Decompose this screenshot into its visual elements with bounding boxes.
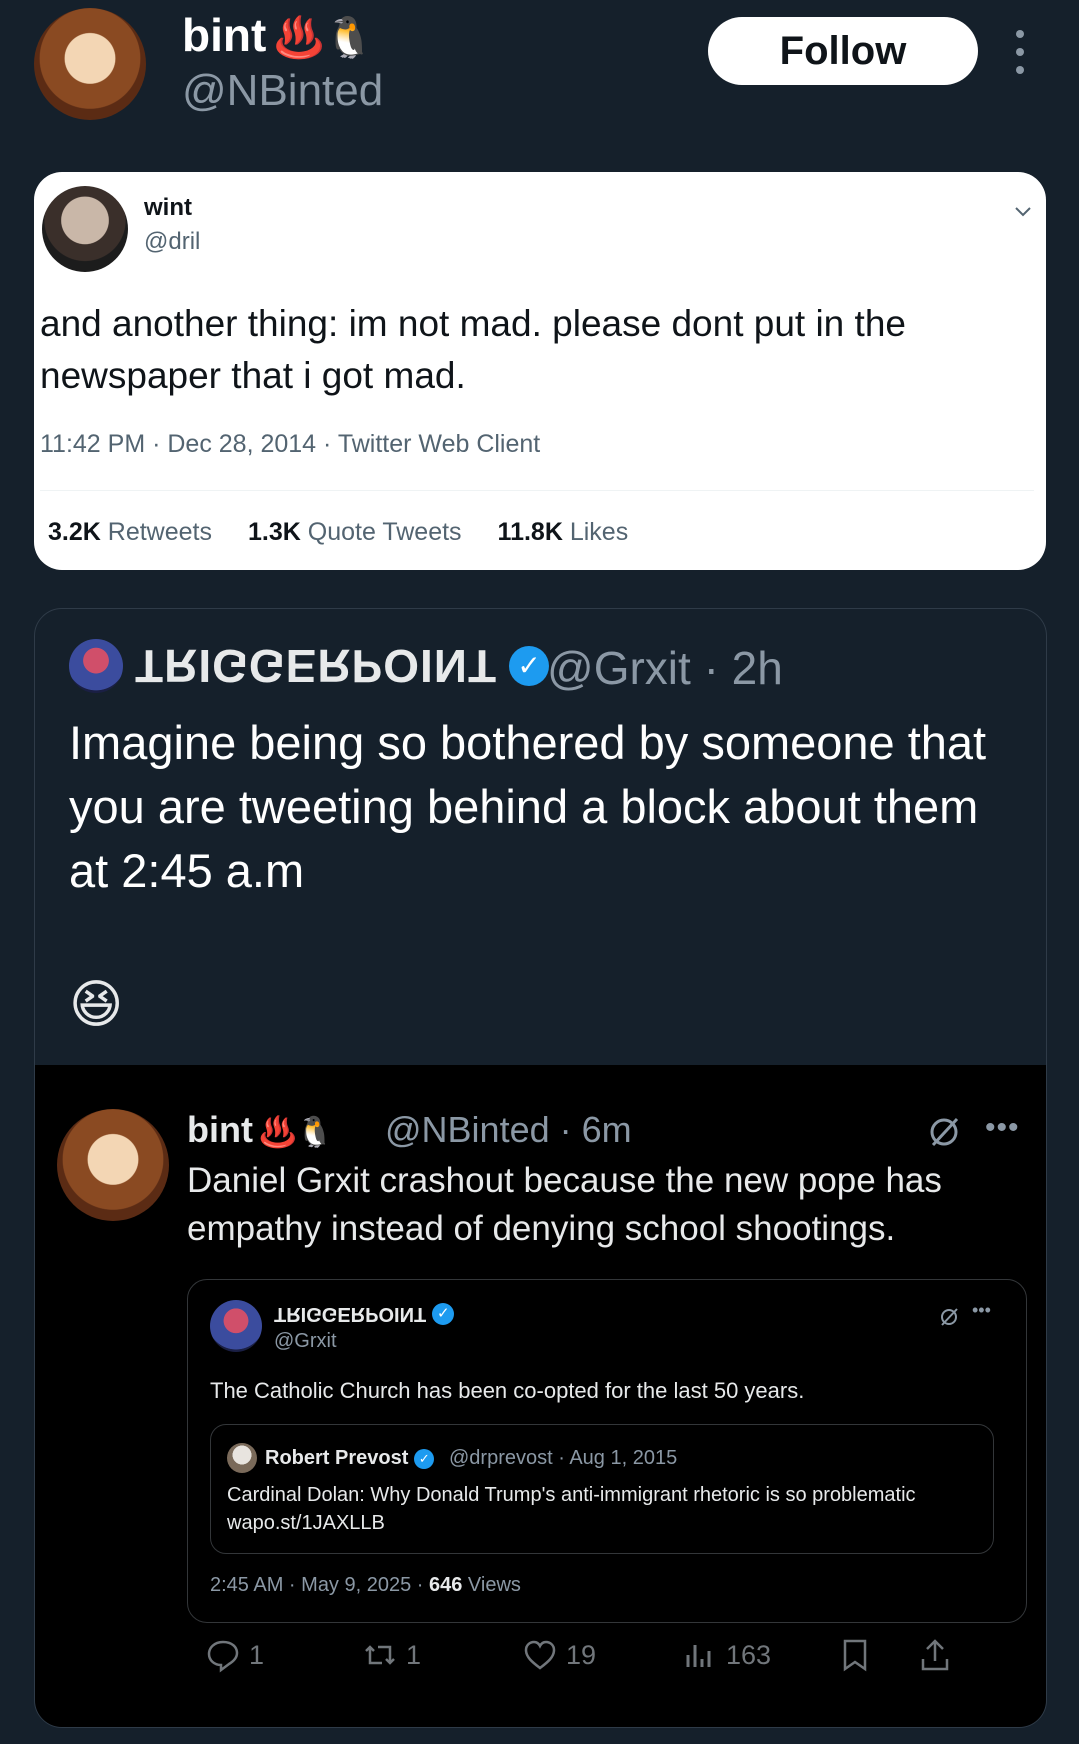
grxit-name[interactable]: TRIGGERPOINT ✓: [135, 639, 550, 693]
grok-icon: [941, 1308, 958, 1326]
likes-stat: 11.8K Likes: [497, 518, 629, 546]
inner-timestamp: 2:45 AM · May 9, 2025 · 646 Views: [210, 1574, 521, 1596]
verified-badge-icon: ✓: [414, 1448, 435, 1469]
views-count: 163: [726, 1639, 772, 1670]
nested-name: Robert Prevost ✓: [265, 1447, 435, 1470]
like-button[interactable]: 19: [522, 1637, 596, 1673]
author-name[interactable]: bint ♨️🐧: [182, 8, 374, 62]
action-bar: 1 1 19 163: [187, 1637, 1037, 1687]
author-handle[interactable]: @NBinted: [182, 66, 383, 116]
bookmark-button[interactable]: [837, 1637, 873, 1673]
reply-button[interactable]: 1: [205, 1637, 264, 1673]
more-options-icon[interactable]: [1014, 30, 1026, 74]
chevron-down-icon: [1015, 207, 1031, 217]
more-options-icon: •••: [972, 1300, 991, 1320]
repost-icon: [365, 1645, 395, 1665]
author-name-text: bint: [182, 9, 267, 61]
verified-badge-icon: ✓: [509, 646, 550, 686]
verified-badge-icon: ✓: [432, 1302, 455, 1325]
inner-quote-card[interactable]: TRIGGERPOINT ✓ @Grxit ••• The Catholic C…: [187, 1279, 1027, 1623]
reply-icon: [207, 1640, 239, 1673]
wint-stats: 3.2K Retweets 1.3K Quote Tweets 11.8K Li…: [48, 518, 628, 547]
bint-handle-time: @NBinted · 6m: [385, 1109, 632, 1150]
quoted-screenshot-card: wint @dril and another thing: im not mad…: [34, 172, 1046, 570]
divider: [40, 490, 1034, 491]
grxit-tweet-text: Imagine being so bothered by someone tha…: [69, 716, 987, 897]
bint-name-emoji: ♨️🐧: [258, 1116, 334, 1149]
inner-avatar: [210, 1300, 262, 1352]
quote-tweets-stat: 1.3K Quote Tweets: [247, 518, 462, 546]
nested-name-text: Robert Prevost: [265, 1447, 409, 1469]
more-options-icon[interactable]: •••: [985, 1111, 1020, 1145]
nested-meta: @drprevost · Aug 1, 2015: [449, 1447, 678, 1469]
inner-tweet-text: The Catholic Church has been co-opted fo…: [210, 1378, 805, 1403]
repost-button[interactable]: 1: [362, 1637, 421, 1673]
inner-handle: @Grxit: [274, 1330, 337, 1352]
wint-handle: @dril: [144, 228, 201, 255]
bint-tweet-text: Daniel Grxit crashout because the new po…: [187, 1161, 942, 1248]
bint-name-text: bint: [187, 1109, 253, 1150]
wint-avatar: [42, 186, 128, 272]
grok-icon[interactable]: [927, 1115, 961, 1149]
nested-link: wapo.st/1JAXLLB: [227, 1512, 385, 1534]
wint-timestamp: 11:42 PM · Dec 28, 2014 · Twitter Web Cl…: [40, 430, 541, 458]
share-button[interactable]: [917, 1637, 953, 1673]
share-icon: [921, 1639, 949, 1671]
repost-count: 1: [406, 1639, 422, 1670]
bint-name[interactable]: bint ♨️🐧: [187, 1109, 334, 1151]
nested-avatar: [227, 1443, 257, 1473]
nested-quote-card: Robert Prevost ✓ @drprevost · Aug 1, 201…: [210, 1424, 994, 1554]
profile-avatar[interactable]: [34, 8, 146, 120]
grxit-handle-time: @Grxit · 2h: [547, 642, 783, 694]
wint-name: wint: [144, 194, 192, 221]
nested-text-line1: Cardinal Dolan: Why Donald Trump's anti-…: [227, 1484, 916, 1506]
author-name-emoji: ♨️🐧: [274, 16, 374, 60]
follow-button[interactable]: Follow: [708, 17, 978, 85]
bint-avatar[interactable]: [57, 1109, 169, 1221]
heart-icon: [524, 1640, 556, 1670]
reply-count: 1: [249, 1639, 265, 1670]
laughing-emoji: 😆: [69, 976, 124, 1034]
inner-name: TRIGGERPOINT ✓: [274, 1302, 455, 1325]
wint-tweet-text: and another thing: im not mad. please do…: [40, 303, 906, 396]
bint-tweet[interactable]: bint ♨️🐧 @NBinted · 6m ••• Daniel Grxit c…: [35, 1065, 1046, 1727]
nested-tweet-text: Cardinal Dolan: Why Donald Trump's anti-…: [227, 1481, 987, 1537]
bookmark-icon: [843, 1639, 867, 1672]
grxit-name-text: TRIGGERPOINT: [135, 640, 498, 692]
views-button[interactable]: 163: [682, 1637, 771, 1673]
inner-name-text: TRIGGERPOINT: [274, 1303, 427, 1325]
grxit-avatar[interactable]: [69, 639, 123, 693]
views-icon: [686, 1645, 711, 1667]
retweets-stat: 3.2K Retweets: [48, 518, 212, 546]
like-count: 19: [566, 1639, 597, 1670]
grxit-tweet-card[interactable]: TRIGGERPOINT ✓ @Grxit · 2h Imagine being…: [34, 608, 1047, 1728]
